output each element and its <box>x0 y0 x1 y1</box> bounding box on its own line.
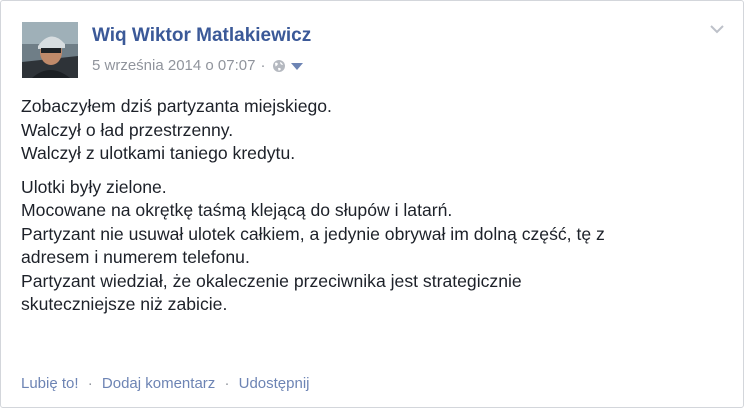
action-separator: · <box>224 375 230 392</box>
post-actions: Lubię to! · Dodaj komentarz · Udostępnij <box>21 375 310 392</box>
post-text: Zobaczyłem dziś partyzanta miejskiego. W… <box>21 95 726 327</box>
post-line: Walczył o ład przestrzenny. <box>21 119 234 140</box>
chevron-down-icon[interactable] <box>709 23 725 35</box>
post-line: Walczył z ulotkami taniego kredytu. <box>21 143 296 163</box>
action-separator: · <box>87 375 93 392</box>
post-paragraph: Zobaczyłem dziś partyzanta miejskiego. W… <box>21 95 726 166</box>
share-link[interactable]: Udostępnij <box>239 375 310 392</box>
post-line: Zobaczyłem dziś partyzanta miejskiego. <box>21 96 332 116</box>
avatar-photo <box>22 22 78 78</box>
post-line: Partyzant nie usuwał ulotek całkiem, a j… <box>21 223 605 244</box>
post-line: adresem i numerem telefonu. <box>21 247 250 267</box>
author-name[interactable]: Wiq Wiktor Matlakiewicz <box>92 25 311 47</box>
post-line: Mocowane na okrętkę taśmą klejącą do słu… <box>21 200 453 220</box>
avatar[interactable] <box>22 22 78 78</box>
post-card: Wiq Wiktor Matlakiewicz 5 września 2014 … <box>0 0 744 408</box>
post-timestamp[interactable]: 5 września 2014 o 07:07 <box>92 57 255 74</box>
post-paragraph: Ulotki były zielone. Mocowane na okrętkę… <box>21 176 726 317</box>
like-link[interactable]: Lubię to! <box>21 375 79 392</box>
post-line: skuteczniejsze niż zabicie. <box>21 294 228 314</box>
post-meta: 5 września 2014 o 07:07 · <box>92 57 304 74</box>
audience-selector-caret[interactable] <box>291 63 304 70</box>
post-line: Partyzant wiedział, że okaleczenie przec… <box>21 270 522 291</box>
post-line: Ulotki były zielone. <box>21 176 167 197</box>
comment-link[interactable]: Dodaj komentarz <box>102 375 215 392</box>
meta-separator: · <box>260 57 266 74</box>
globe-icon <box>273 59 286 72</box>
